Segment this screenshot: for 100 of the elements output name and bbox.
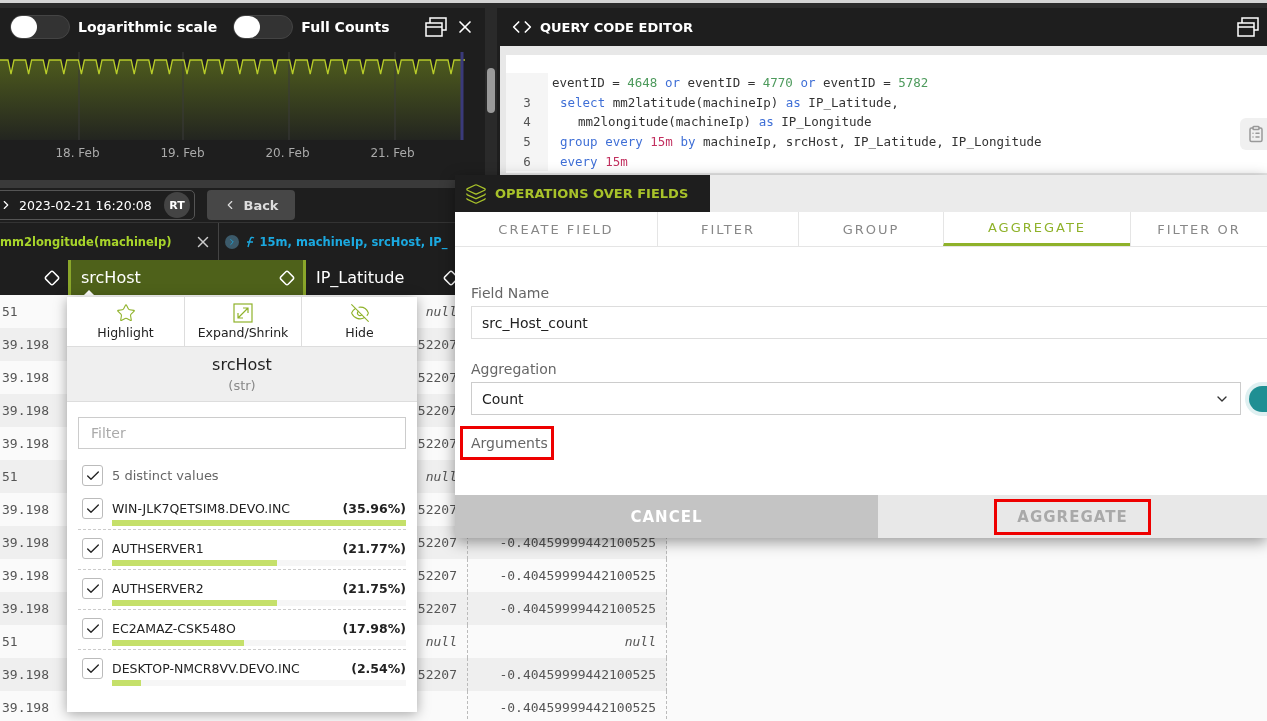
code-line: every 15m xyxy=(559,153,628,169)
value-share: (17.98%) xyxy=(342,621,406,636)
hidden-eye-icon xyxy=(349,303,370,323)
value-name: EC2AMAZ-CSK548O xyxy=(112,621,237,636)
clipboard-button[interactable] xyxy=(1240,118,1267,150)
field-type: (str) xyxy=(228,378,256,393)
table-cell: 52207 xyxy=(417,601,457,616)
code-line: mm2longitude(machineIp) as IP_Longitude xyxy=(577,114,872,130)
query-step[interactable]: 15m, machineIp, srcHost, IP_ xyxy=(259,234,448,249)
date-field[interactable]: 2023-02-21 16:20:08 RT xyxy=(0,190,195,220)
table-cell: 39.198 xyxy=(2,601,49,616)
expand-icon xyxy=(233,303,253,323)
star-icon xyxy=(115,303,136,323)
function-icon xyxy=(244,235,257,248)
table-cell: 39.198 xyxy=(2,436,49,451)
axis-label: 20. Feb xyxy=(264,146,311,160)
table-cell: null xyxy=(624,634,656,649)
table-cell: null xyxy=(425,634,457,649)
table-cell: 51 xyxy=(2,634,18,649)
table-cell: 52207 xyxy=(417,436,457,451)
value-share: (21.75%) xyxy=(342,581,406,596)
menu-action[interactable]: Hide xyxy=(301,297,417,346)
line-number: 6 xyxy=(506,151,548,171)
table-cell: 52207 xyxy=(417,535,457,550)
axis-label: 19. Feb xyxy=(159,146,206,160)
code-line: group every 15m by machineIp, srcHost, IP_Latitude, IP_Longitude xyxy=(559,134,1042,150)
table-cell: null xyxy=(425,469,457,484)
toggle-switch[interactable] xyxy=(10,15,70,39)
field-label: Aggregation xyxy=(471,361,557,377)
table-cell: -0.40459999442100525 xyxy=(499,568,656,583)
value-share: (2.54%) xyxy=(351,661,406,676)
table-cell: 39.198 xyxy=(2,337,49,352)
table-cell: -0.40459999442100525 xyxy=(499,535,656,550)
checkbox[interactable] xyxy=(82,538,103,559)
table-cell: 52207 xyxy=(417,403,457,418)
toggle-label: Logarithmic scale xyxy=(78,19,218,35)
line-number: 4 xyxy=(506,112,548,132)
table-cell: 52207 xyxy=(417,370,457,385)
table-cell: 52207 xyxy=(417,667,457,682)
column-header[interactable]: srcHost xyxy=(68,260,303,295)
axis-label: 21. Feb xyxy=(369,146,416,160)
table-cell: -0.40459999442100525 xyxy=(499,700,656,715)
table-cell: -0.40459999442100525 xyxy=(499,601,656,616)
sort-icon[interactable] xyxy=(279,269,295,286)
menu-action[interactable]: Highlight xyxy=(67,297,184,346)
code-line: eventID = 4648 or eventID = 4770 or eventID = 5782 xyxy=(551,75,929,91)
table-cell: 39.198 xyxy=(2,370,49,385)
window-icon[interactable] xyxy=(1237,17,1259,37)
code-line: select mm2latitude(machineIp) as IP_Latitude, xyxy=(559,94,899,110)
realtime-badge[interactable]: RT xyxy=(164,192,190,218)
toggle-label: Full Counts xyxy=(301,19,390,35)
table-cell: -0.40459999442100525 xyxy=(499,667,656,682)
table-cell: 52207 xyxy=(417,568,457,583)
value-share: (21.77%) xyxy=(342,541,406,556)
checkbox-label: 5 distinct values xyxy=(112,468,219,483)
window-icon[interactable] xyxy=(425,17,447,37)
aggregation-select[interactable]: Count xyxy=(471,382,1242,415)
field-label: Arguments xyxy=(463,429,551,457)
field-label: Field Name xyxy=(471,285,550,301)
sort-icon[interactable] xyxy=(44,269,60,286)
field-name-input[interactable]: src_Host_count xyxy=(471,306,1267,339)
axis-label: 18. Feb xyxy=(54,146,101,160)
filter-field[interactable]: Filter xyxy=(78,417,406,449)
table-cell: 51 xyxy=(2,469,18,484)
table-cell: 39.198 xyxy=(2,667,49,682)
value-name: AUTHSERVER1 xyxy=(112,541,205,556)
query-step[interactable]: mm2longitude(machineIp) xyxy=(0,234,172,249)
next-button[interactable] xyxy=(224,234,239,249)
table-cell: 52207 xyxy=(417,337,457,352)
toggle-switch[interactable] xyxy=(233,15,294,39)
tab[interactable]: FILTER OR xyxy=(1130,212,1267,246)
code-area[interactable] xyxy=(506,55,1267,173)
value-name: DESKTOP-NMCR8VV.DEVO.INC xyxy=(112,661,301,676)
layers-icon xyxy=(465,182,487,205)
table-cell: 39.198 xyxy=(2,700,49,715)
checkbox[interactable] xyxy=(82,578,103,599)
checkbox[interactable] xyxy=(82,465,103,486)
field-name: srcHost xyxy=(212,355,272,374)
table-cell: null xyxy=(425,304,457,319)
table-cell: 52207 xyxy=(417,502,457,517)
checkbox[interactable] xyxy=(82,618,103,639)
value-name: WIN-JLK7QETSIM8.DEVO.INC xyxy=(112,501,292,516)
checkbox[interactable] xyxy=(82,498,103,519)
table-cell: 39.198 xyxy=(2,502,49,517)
clipboard-icon xyxy=(1247,125,1265,143)
line-number: 3 xyxy=(506,92,548,113)
table-cell: 51 xyxy=(2,304,18,319)
date-text: 2023-02-21 16:20:08 xyxy=(19,197,152,213)
dialog-title: OPERATIONS OVER FIELDS xyxy=(495,186,689,201)
value-name: AUTHSERVER2 xyxy=(112,581,205,596)
value-share: (35.96%) xyxy=(342,501,406,516)
back-button[interactable]: Back xyxy=(207,190,295,220)
checkbox[interactable] xyxy=(82,658,103,679)
table-cell: 39.198 xyxy=(2,403,49,418)
line-number: 5 xyxy=(506,131,548,152)
menu-action[interactable]: Expand/Shrink xyxy=(184,297,301,346)
table-cell: 39.198 xyxy=(2,568,49,583)
panel-title: QUERY CODE EDITOR xyxy=(540,19,693,35)
table-cell: 39.198 xyxy=(2,535,49,550)
scrollbar-thumb[interactable] xyxy=(487,68,495,113)
